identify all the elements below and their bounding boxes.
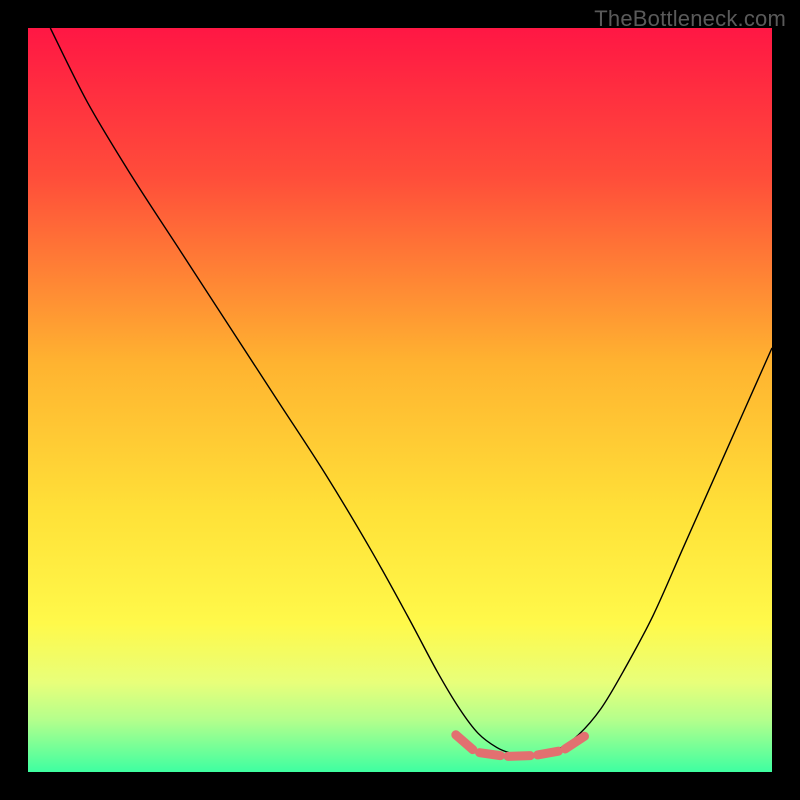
watermark-text: TheBottleneck.com xyxy=(594,6,786,32)
marker-segment xyxy=(508,756,530,757)
marker-segment xyxy=(538,751,559,755)
chart-plot-area xyxy=(28,28,772,772)
chart-svg xyxy=(28,28,772,772)
marker-segment xyxy=(480,753,501,756)
chart-background xyxy=(28,28,772,772)
